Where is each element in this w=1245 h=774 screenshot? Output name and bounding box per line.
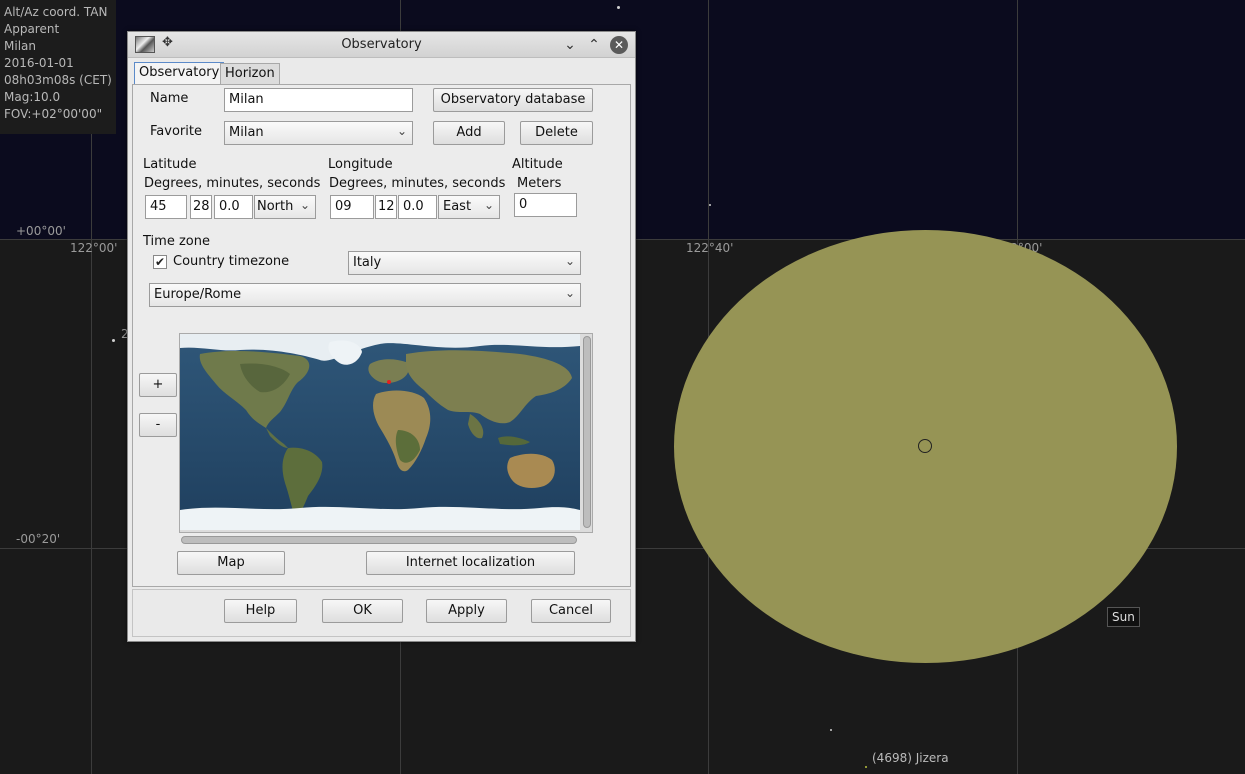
location-marker[interactable] bbox=[387, 380, 391, 384]
dialog-titlebar[interactable]: ✥ Observatory ⌄ ⌃ ✕ bbox=[128, 32, 635, 58]
internet-localization-button[interactable]: Internet localization bbox=[366, 551, 575, 575]
country-timezone-label: Country timezone bbox=[173, 254, 290, 269]
country-select[interactable]: Italy ⌄ bbox=[348, 251, 581, 275]
az-label: 122°00' bbox=[70, 241, 118, 255]
chevron-down-icon: ⌄ bbox=[299, 198, 310, 212]
latitude-label: Latitude bbox=[143, 157, 197, 172]
tab-observatory[interactable]: Observatory bbox=[134, 62, 225, 85]
latitude-seconds-input[interactable]: 0.0 bbox=[214, 195, 253, 219]
observatory-pane: Name Milan Observatory database Favorite… bbox=[132, 84, 631, 587]
observatory-database-button[interactable]: Observatory database bbox=[433, 88, 593, 112]
world-map-viewport bbox=[179, 333, 593, 533]
alt-label: +00°00' bbox=[16, 224, 66, 238]
world-map-image bbox=[180, 334, 580, 530]
longitude-hemisphere-value: East bbox=[443, 199, 472, 214]
longitude-hemisphere-select[interactable]: East ⌄ bbox=[438, 195, 500, 219]
tab-horizon[interactable]: Horizon bbox=[220, 63, 280, 84]
info-line: FOV:+02°00'00" bbox=[4, 107, 103, 121]
dialog-button-bar: Help OK Apply Cancel bbox=[132, 589, 631, 637]
chevron-down-icon: ⌄ bbox=[564, 254, 575, 268]
close-icon[interactable]: ✕ bbox=[610, 36, 628, 54]
az-label: 122°40' bbox=[686, 241, 734, 255]
favorite-label: Favorite bbox=[150, 124, 202, 139]
altitude-sublabel: Meters bbox=[517, 176, 562, 191]
info-line: 2016-01-01 bbox=[4, 56, 74, 70]
map-vertical-scrollbar[interactable] bbox=[583, 336, 591, 528]
minimize-icon[interactable]: ⌄ bbox=[560, 35, 580, 55]
name-label: Name bbox=[150, 91, 189, 106]
longitude-sublabel: Degrees, minutes, seconds bbox=[329, 176, 506, 191]
chevron-down-icon: ⌄ bbox=[396, 124, 407, 138]
map-button[interactable]: Map bbox=[177, 551, 285, 575]
sun-center-marker bbox=[918, 439, 932, 453]
alt-label: -00°20' bbox=[16, 532, 61, 546]
latitude-hemisphere-select[interactable]: North ⌄ bbox=[254, 195, 316, 219]
country-timezone-checkbox[interactable]: ✔ bbox=[153, 255, 167, 269]
favorite-select[interactable]: Milan ⌄ bbox=[224, 121, 413, 145]
country-value: Italy bbox=[353, 255, 382, 270]
dialog-title: Observatory bbox=[341, 37, 422, 52]
observatory-dialog: ✥ Observatory ⌄ ⌃ ✕ Observatory Horizon … bbox=[127, 31, 636, 642]
longitude-minutes-input[interactable]: 12 bbox=[375, 195, 397, 219]
world-map[interactable] bbox=[180, 334, 580, 530]
longitude-degrees-input[interactable]: 09 bbox=[330, 195, 374, 219]
info-panel: Alt/Az coord. TAN Apparent Milan 2016-01… bbox=[0, 0, 116, 134]
ok-button[interactable]: OK bbox=[322, 599, 403, 623]
latitude-minutes-input[interactable]: 28 bbox=[190, 195, 212, 219]
apply-button[interactable]: Apply bbox=[426, 599, 507, 623]
maximize-icon[interactable]: ⌃ bbox=[584, 35, 604, 55]
info-line: Apparent bbox=[4, 22, 60, 36]
info-line: 08h03m08s (CET) bbox=[4, 73, 112, 87]
delete-button[interactable]: Delete bbox=[520, 121, 593, 145]
longitude-label: Longitude bbox=[328, 157, 393, 172]
add-button[interactable]: Add bbox=[433, 121, 505, 145]
latitude-sublabel: Degrees, minutes, seconds bbox=[144, 176, 321, 191]
asteroid-label[interactable]: (4698) Jizera bbox=[872, 751, 949, 765]
info-line: Mag:10.0 bbox=[4, 90, 61, 104]
asteroid-dot[interactable] bbox=[865, 766, 867, 768]
timezone-value: Europe/Rome bbox=[154, 287, 242, 302]
info-line: Milan bbox=[4, 39, 36, 53]
star[interactable] bbox=[830, 729, 832, 731]
latitude-degrees-input[interactable]: 45 bbox=[145, 195, 187, 219]
name-input[interactable]: Milan bbox=[224, 88, 413, 112]
latitude-hemisphere-value: North bbox=[257, 199, 294, 214]
altitude-label: Altitude bbox=[512, 157, 563, 172]
zoom-out-button[interactable]: - bbox=[139, 413, 177, 437]
info-line: Alt/Az coord. TAN bbox=[4, 5, 108, 19]
star[interactable] bbox=[709, 204, 711, 206]
timezone-select[interactable]: Europe/Rome ⌄ bbox=[149, 283, 581, 307]
timezone-label: Time zone bbox=[143, 234, 210, 249]
favorite-value: Milan bbox=[229, 125, 264, 140]
star[interactable] bbox=[112, 339, 115, 342]
sun-label[interactable]: Sun bbox=[1107, 607, 1140, 627]
chevron-down-icon: ⌄ bbox=[483, 198, 494, 212]
cancel-button[interactable]: Cancel bbox=[531, 599, 611, 623]
altitude-input[interactable]: 0 bbox=[514, 193, 577, 217]
longitude-seconds-input[interactable]: 0.0 bbox=[398, 195, 437, 219]
star[interactable] bbox=[617, 6, 620, 9]
help-button[interactable]: Help bbox=[224, 599, 297, 623]
map-horizontal-scrollbar[interactable] bbox=[181, 536, 577, 544]
zoom-in-button[interactable]: + bbox=[139, 373, 177, 397]
chevron-down-icon: ⌄ bbox=[564, 286, 575, 300]
